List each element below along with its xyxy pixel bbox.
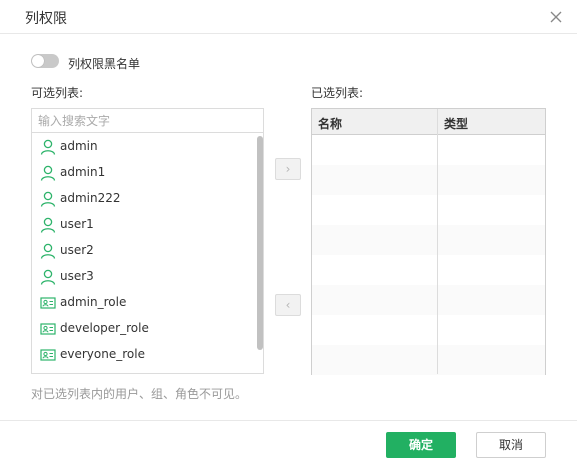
cancel-button[interactable]: 取消 [476,432,546,458]
dialog-footer: 确定 取消 [0,420,577,470]
remove-from-selected-button[interactable]: ‹ [275,294,301,316]
confirm-button[interactable]: 确定 [386,432,456,458]
list-item[interactable]: developer_role [32,316,256,342]
empty-table-row [312,135,545,165]
table-header: 名称 类型 [312,109,545,135]
list-item-label: user1 [60,217,94,231]
list-item-label: user3 [60,269,94,283]
list-item-label: everyone_role [60,347,145,361]
search-input[interactable] [32,109,263,133]
role-icon [40,295,56,311]
toggle-knob [32,55,44,67]
list-item[interactable]: user2 [32,238,256,264]
empty-table-row [312,315,545,345]
blacklist-toggle[interactable] [31,54,59,68]
user-icon [40,139,56,155]
user-icon [40,269,56,285]
list-scrollbar[interactable] [257,134,263,373]
blacklist-toggle-label: 列权限黑名单 [68,57,141,71]
column-permission-dialog: 列权限 列权限黑名单 可选列表: 已选列表: admin admin1 admin2… [0,0,577,470]
close-icon[interactable] [549,10,563,24]
column-header-type: 类型 [444,117,469,131]
list-item[interactable]: admin222 [32,186,256,212]
dialog-header: 列权限 [0,0,577,34]
list-item-label: admin1 [60,165,106,179]
selected-list-table: 名称 类型 [311,108,546,375]
dialog-title: 列权限 [25,11,67,27]
user-icon [40,165,56,181]
list-item[interactable]: user1 [32,212,256,238]
empty-table-row [312,225,545,255]
empty-table-row [312,165,545,195]
list-item-label: admin222 [60,191,121,205]
list-item-label: admin [60,139,98,153]
list-item[interactable]: admin1 [32,160,256,186]
available-list-panel: admin admin1 admin222 user1 user2 user3 admin_… [31,108,264,374]
scrollbar-thumb[interactable] [257,136,263,350]
column-header-name: 名称 [318,117,343,131]
available-list: admin admin1 admin222 user1 user2 user3 admin_… [32,134,258,373]
user-icon [40,191,56,207]
list-item[interactable]: user3 [32,264,256,290]
empty-table-row [312,255,545,285]
column-divider [437,109,438,374]
add-to-selected-button[interactable]: › [275,158,301,180]
list-item[interactable]: admin [32,134,256,160]
empty-table-row [312,195,545,225]
role-icon [40,347,56,363]
list-item-label: user2 [60,243,94,257]
user-icon [40,243,56,259]
hint-text: 对已选列表内的用户、组、角色不可见。 [31,387,248,401]
role-icon [40,321,56,337]
empty-table-row [312,285,545,315]
list-item-label: admin_role [60,295,127,309]
list-item-label: developer_role [60,321,149,335]
list-item[interactable]: admin_role [32,290,256,316]
available-list-label: 可选列表: [31,86,84,100]
user-icon [40,217,56,233]
list-item[interactable]: everyone_role [32,342,256,368]
selected-list-label: 已选列表: [311,86,364,100]
empty-table-row [312,345,545,375]
